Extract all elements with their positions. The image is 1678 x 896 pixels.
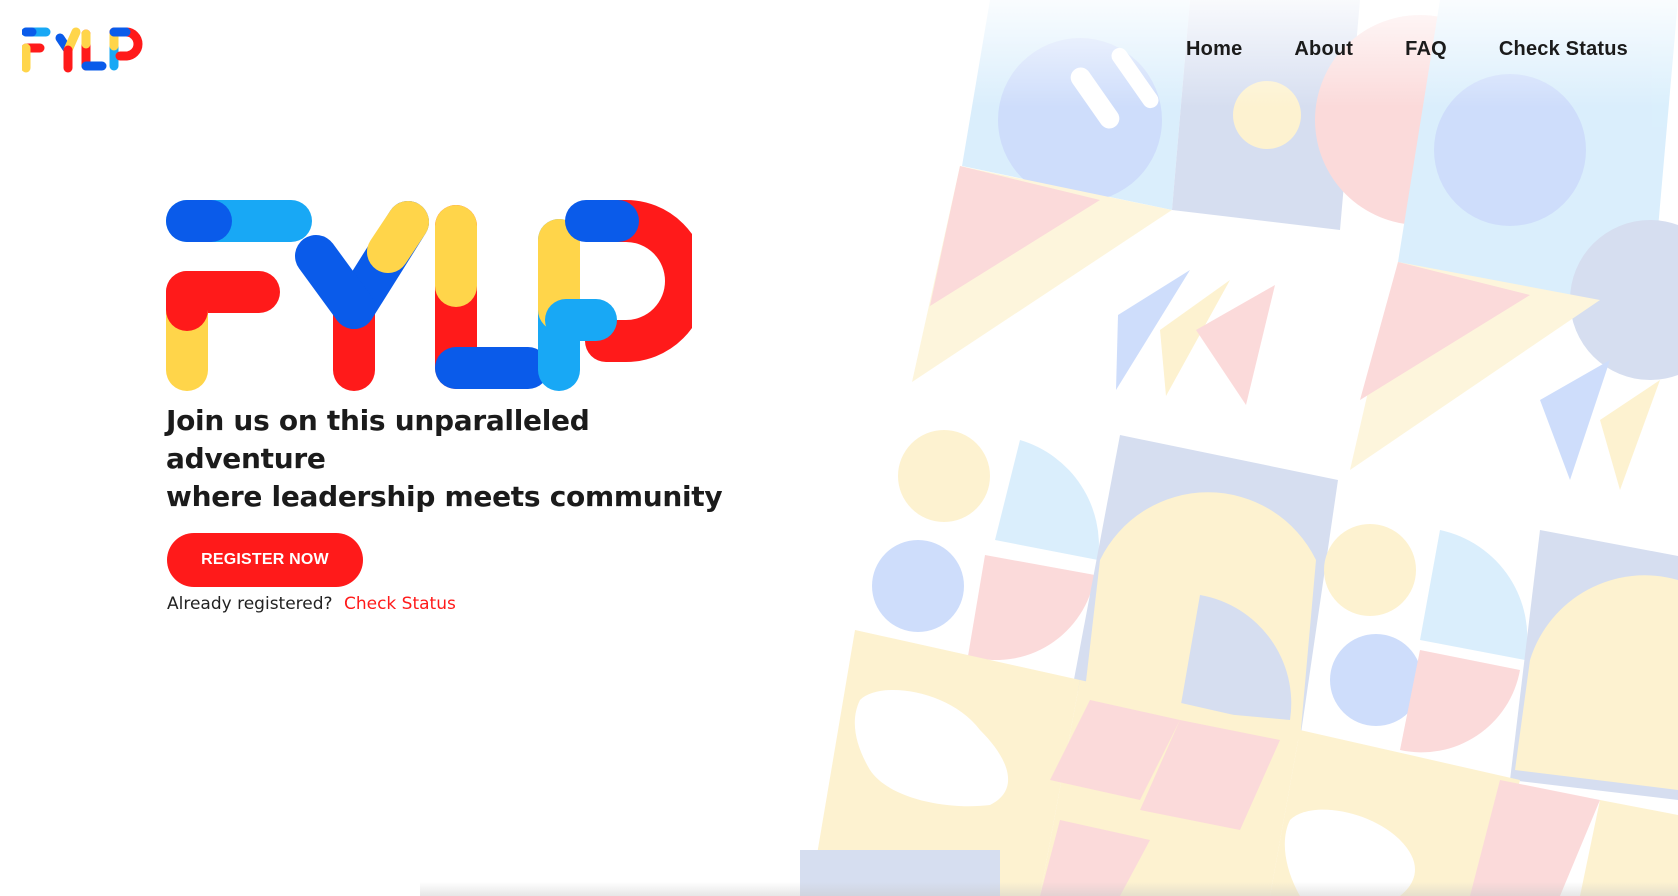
register-now-button[interactable]: REGISTER NOW: [167, 533, 363, 587]
fylp-hero-logo: [166, 200, 692, 391]
hero-tagline: Join us on this unparalleled adventure w…: [166, 402, 726, 516]
fylp-logo-small[interactable]: [22, 26, 148, 74]
nav-check-status-link[interactable]: Check Status: [1499, 38, 1628, 61]
already-registered-text: Already registered?: [167, 594, 333, 614]
nav-faq-link[interactable]: FAQ: [1405, 38, 1447, 61]
landing-page: Home About FAQ Check Status Join us on t…: [0, 0, 1678, 896]
check-status-link[interactable]: Check Status: [344, 594, 456, 614]
tagline-line-1: Join us on this unparalleled adventure: [166, 404, 590, 475]
nav-about-link[interactable]: About: [1294, 38, 1353, 61]
main-navigation: Home About FAQ Check Status: [1186, 38, 1628, 61]
bottom-shadow-divider: [420, 882, 1678, 896]
nav-home-link[interactable]: Home: [1186, 38, 1242, 61]
already-registered-row: Already registered? Check Status: [167, 594, 456, 614]
tagline-line-2: where leadership meets community: [166, 480, 723, 513]
